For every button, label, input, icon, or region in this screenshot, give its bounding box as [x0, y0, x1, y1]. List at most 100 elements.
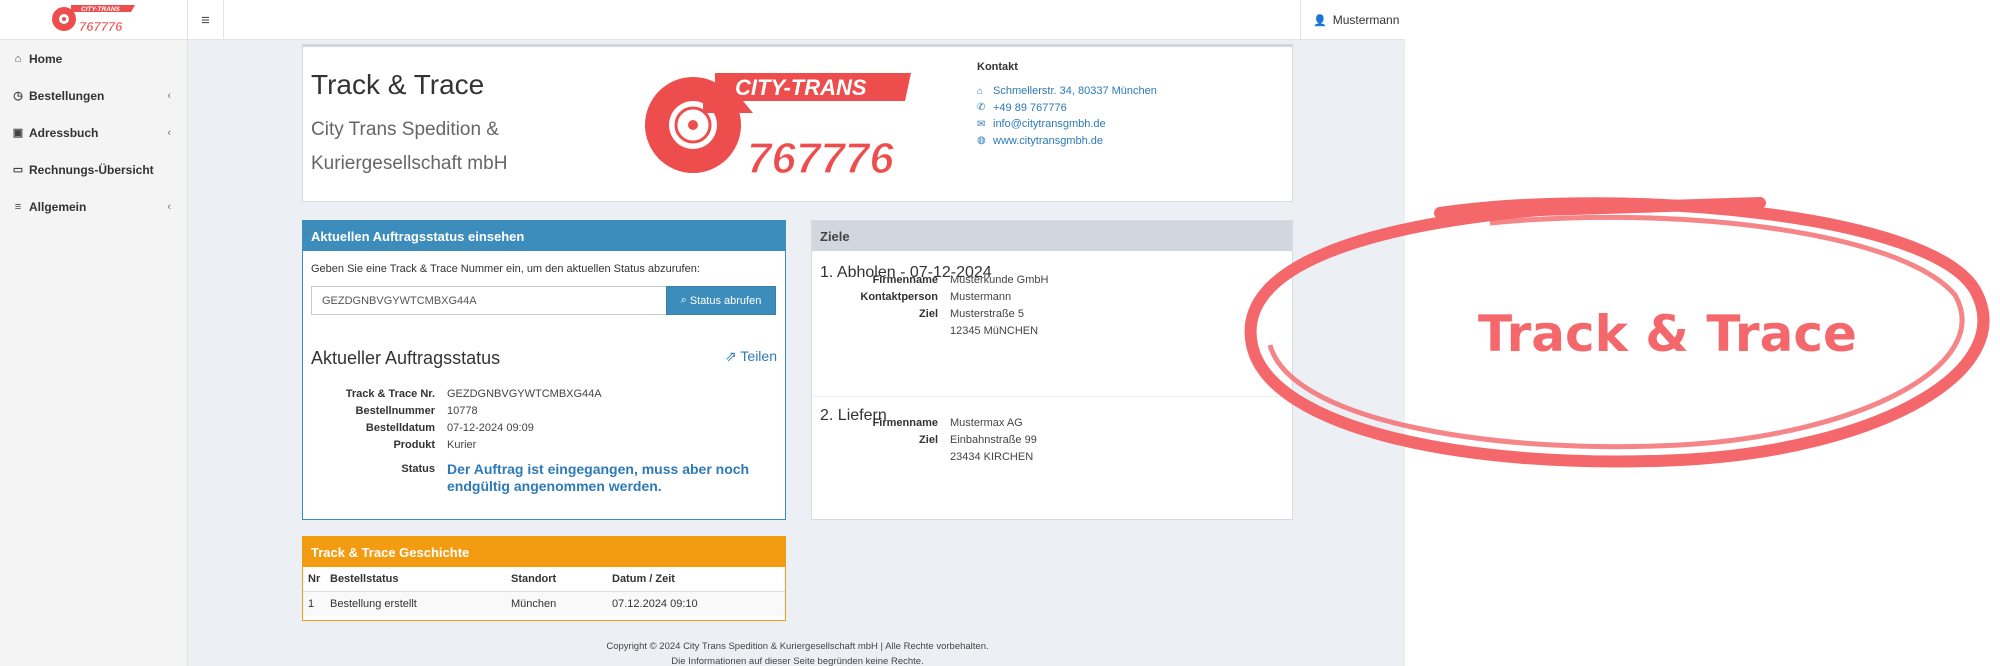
sidebar-item-label: Rechnungs-Übersicht: [29, 162, 154, 177]
detail-value: Mustermann: [950, 291, 1012, 304]
chevron-left-icon: ‹: [167, 89, 171, 102]
sidebar-item-rechnungs-uebersicht[interactable]: ▭ Rechnungs-Übersicht: [0, 151, 187, 188]
cell-status: Bestellung erstellt: [325, 591, 506, 616]
home-icon: ⌂: [14, 52, 22, 65]
status-label: Status: [401, 463, 435, 475]
phone-icon: ✆: [977, 102, 986, 114]
tracking-number-input[interactable]: [311, 286, 667, 315]
cell-location: München: [506, 591, 607, 616]
list-icon: ≡: [14, 200, 22, 213]
cell-nr: 1: [303, 591, 325, 616]
company-name: City Trans Spedition & Kuriergesellschaf…: [311, 119, 508, 174]
status-panel: Aktuellen Auftragsstatus einsehen Geben …: [302, 220, 786, 520]
contact-website: www.citytransgmbh.de: [993, 134, 1104, 147]
status-hint: Geben Sie eine Track & Trace Nummer ein,…: [311, 263, 700, 275]
detail-label: Produkt: [393, 438, 435, 451]
detail-value: Musterkunde GmbH: [950, 274, 1049, 287]
sidebar-item-label: Allgemein: [29, 199, 87, 214]
detail-value: 23434 KIRCHEN: [950, 450, 1034, 463]
detail-label: Firmenname: [872, 417, 938, 430]
sidebar: CITY-TRANS 767776 ⌂ Home ◷ Bestellungen …: [0, 0, 188, 666]
sidebar-item-label: Home: [29, 51, 63, 66]
detail-value: 10778: [447, 405, 478, 418]
column-header: Standort: [506, 567, 607, 592]
destinations-panel-title: Ziele: [812, 221, 1292, 251]
sidebar-logo[interactable]: CITY-TRANS 767776: [0, 0, 187, 40]
globe-icon: ◍: [977, 135, 986, 147]
detail-label: Track & Trace Nr.: [345, 388, 435, 401]
column-header: Bestellstatus: [325, 567, 506, 592]
status-fetch-button[interactable]: ⌕ Status abrufen: [666, 286, 776, 315]
detail-row: Kontaktperson Mustermann: [806, 289, 1048, 306]
detail-row: 12345 MüNCHEN: [806, 322, 1048, 339]
header-card: Track & Trace City Trans Spedition & Kur…: [302, 44, 1293, 202]
contact-phone-link[interactable]: ✆ +49 89 767776: [977, 100, 1157, 117]
top-navbar: ≡ 👤 Mustermann: [188, 0, 1405, 40]
share-label: Teilen: [740, 348, 777, 364]
sidebar-item-bestellungen[interactable]: ◷ Bestellungen ‹: [0, 77, 187, 114]
contact-website-link[interactable]: ◍ www.citytransgmbh.de: [977, 133, 1157, 150]
detail-row: Bestelldatum 07-12-2024 09:09: [303, 420, 602, 437]
detail-value: 12345 MüNCHEN: [950, 324, 1039, 337]
detail-label: Bestellnummer: [355, 405, 435, 418]
contact-block: Kontakt ⌂ Schmellerstr. 34, 80337 Münche…: [977, 61, 1157, 149]
home-icon: ⌂: [977, 85, 984, 97]
detail-row: 23434 KIRCHEN: [806, 449, 1037, 466]
sidebar-item-home[interactable]: ⌂ Home: [0, 40, 187, 77]
detail-value: Mustermax AG: [950, 417, 1023, 430]
history-table: Nr Bestellstatus Standort Datum / Zeit 1…: [303, 567, 785, 616]
credit-card-icon: ▭: [12, 164, 24, 176]
brand-logo-text: CITY-TRANS: [735, 75, 867, 100]
history-panel: Track & Trace Geschichte Nr Bestellstatu…: [302, 536, 786, 621]
table-row: 1 Bestellung erstellt München 07.12.2024…: [303, 591, 785, 616]
footer: Copyright © 2024 City Trans Spedition & …: [302, 639, 1293, 666]
brand-logo-number: 767776: [747, 134, 894, 183]
app-frame: CITY-TRANS 767776 ⌂ Home ◷ Bestellungen …: [0, 0, 1405, 666]
address-book-icon: ▣: [12, 127, 24, 139]
sidebar-item-adressbuch[interactable]: ▣ Adressbuch ‹: [0, 114, 187, 151]
detail-value: Musterstraße 5: [950, 307, 1024, 320]
cell-datetime: 07.12.2024 09:10: [607, 591, 785, 616]
status-row: Status Der Auftrag ist eingegangen, muss…: [303, 461, 777, 495]
contact-address-link[interactable]: ⌂ Schmellerstr. 34, 80337 München: [977, 83, 1157, 100]
table-header-row: Nr Bestellstatus Standort Datum / Zeit: [303, 567, 785, 592]
user-menu[interactable]: 👤 Mustermann: [1300, 0, 1405, 40]
annotation-label: Track & Trace: [1478, 305, 1857, 363]
pickup-details: Firmenname Musterkunde GmbH Kontaktperso…: [806, 272, 1048, 339]
status-panel-title: Aktuellen Auftragsstatus einsehen: [303, 221, 785, 251]
detail-row: Produkt Kurier: [303, 436, 602, 453]
column-header: Nr: [303, 567, 325, 592]
history-panel-title: Track & Trace Geschichte: [303, 537, 785, 567]
detail-value: 07-12-2024 09:09: [447, 421, 534, 434]
contact-address: Schmellerstr. 34, 80337 München: [993, 85, 1157, 98]
logo-text: CITY-TRANS: [81, 6, 121, 13]
contact-title: Kontakt: [977, 61, 1018, 73]
clock-icon: ◷: [13, 90, 23, 102]
destinations-panel: Ziele 1. Abholen - 07-12-2024 Firmenname…: [811, 220, 1293, 520]
detail-value: GEZDGNBVGYWTCMBXG44A: [447, 388, 602, 401]
sidebar-item-label: Bestellungen: [29, 88, 105, 103]
detail-label: Bestelldatum: [365, 421, 435, 434]
status-subtitle: Aktueller Auftragsstatus: [311, 348, 501, 368]
share-link[interactable]: ⇗ Teilen: [725, 348, 777, 365]
search-icon: ⌕: [680, 294, 687, 306]
chevron-left-icon: ‹: [167, 200, 171, 213]
app-root: CITY-TRANS 767776 ⌂ Home ◷ Bestellungen …: [0, 0, 2000, 666]
share-icon: ⇗: [725, 348, 737, 364]
detail-label: Firmenname: [872, 274, 938, 287]
detail-value: Einbahnstraße 99: [950, 434, 1037, 447]
city-trans-brand-logo: CITY-TRANS 767776: [645, 73, 911, 183]
divider: [812, 396, 1292, 397]
detail-row: Firmenname Mustermax AG: [806, 415, 1037, 432]
sidebar-toggle-button[interactable]: ≡: [188, 0, 224, 40]
delivery-details: Firmenname Mustermax AG Ziel Einbahnstra…: [806, 415, 1037, 465]
chevron-left-icon: ‹: [167, 126, 171, 139]
page-title: Track & Trace: [311, 69, 485, 100]
sidebar-item-allgemein[interactable]: ≡ Allgemein ‹: [0, 188, 187, 225]
detail-row: Ziel Einbahnstraße 99: [806, 432, 1037, 449]
contact-email-link[interactable]: ✉ info@citytransgmbh.de: [977, 116, 1157, 133]
sidebar-nav: ⌂ Home ◷ Bestellungen ‹ ▣ Adressbuch ‹ ▭…: [0, 40, 187, 225]
user-icon: 👤: [1313, 14, 1327, 27]
detail-label: Ziel: [919, 434, 938, 447]
status-fetch-label: Status abrufen: [689, 294, 762, 307]
